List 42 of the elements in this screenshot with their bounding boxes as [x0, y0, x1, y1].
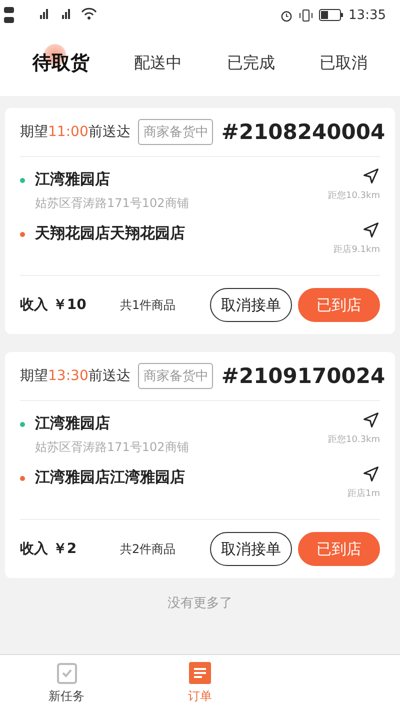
order-number: #2109170024	[221, 364, 386, 388]
stop-dot	[20, 178, 25, 183]
clock-time: 13:35	[348, 8, 386, 22]
status-tag: 商家备货中	[138, 119, 214, 145]
battery-icon	[318, 9, 343, 21]
cancel-order-button[interactable]: 取消接单	[210, 532, 292, 566]
list-icon	[188, 662, 211, 684]
item-count: 共2件商品	[120, 540, 177, 558]
stop-dot	[20, 232, 25, 237]
clipboard-check-icon	[56, 662, 78, 684]
delivery-time-text: 期望13:30前送达	[20, 367, 130, 385]
vibrate-icon	[298, 8, 313, 22]
store-name: 江湾雅园店	[35, 170, 111, 189]
navigation-icon[interactable]	[362, 465, 380, 483]
navigation-icon[interactable]	[362, 221, 380, 239]
tab[interactable]: 配送中	[134, 52, 182, 74]
store-address: 姑苏区胥涛路171号102商铺	[35, 439, 190, 456]
navigation-icon[interactable]	[362, 167, 380, 185]
alarm-icon	[280, 8, 293, 22]
end-of-list-text: 没有更多了	[168, 596, 232, 611]
stop-dot	[20, 422, 25, 427]
tab[interactable]: 待取货	[32, 44, 90, 76]
delivery-time-text: 期望11:00前送达	[20, 123, 130, 141]
order-number: #2108240004	[221, 120, 386, 144]
status-tag: 商家备货中	[138, 363, 214, 389]
distance-text: 距店9.1km	[334, 244, 380, 256]
tab[interactable]: 已取消	[320, 52, 368, 74]
income-text: 收入 ￥2	[20, 540, 78, 558]
navigation-icon[interactable]	[362, 411, 380, 429]
item-count: 共1件商品	[120, 296, 177, 314]
distance-text: 距您10.3km	[328, 190, 380, 202]
income-text: 收入 ￥10	[20, 296, 88, 314]
distance-text: 距店1m	[348, 488, 380, 500]
store-address: 姑苏区胥涛路171号102商铺	[35, 195, 190, 212]
store-name: 江湾雅园店	[35, 414, 111, 433]
store-name: 江湾雅园店江湾雅园店	[35, 468, 186, 487]
tab[interactable]: 已完成	[226, 52, 275, 74]
store-name: 天翔花园店天翔花园店	[35, 224, 186, 243]
nav-tab[interactable]: 新任务	[0, 655, 134, 711]
cancel-order-button[interactable]: 取消接单	[210, 288, 292, 322]
stop-dot	[20, 476, 25, 481]
distance-text: 距您10.3km	[328, 434, 380, 446]
